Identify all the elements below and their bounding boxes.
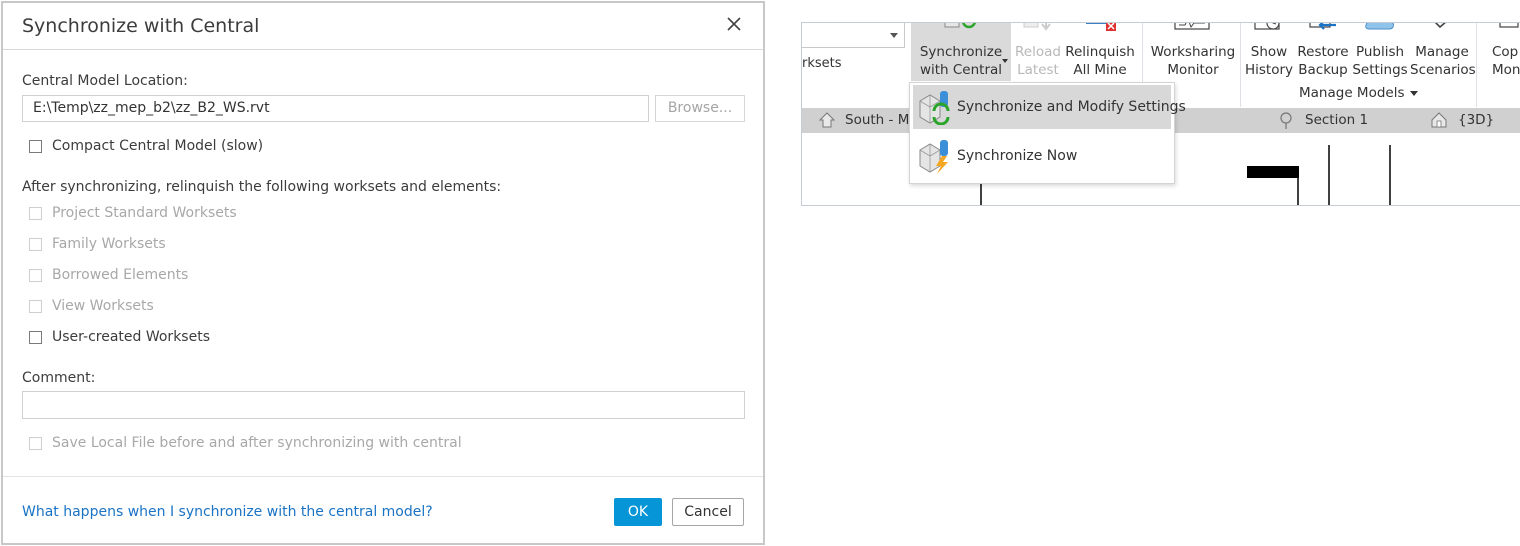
reload-icon	[1023, 23, 1051, 31]
view-tab-3d[interactable]: {3D}	[1458, 112, 1494, 128]
save-local-label: Save Local File before and after synchro…	[52, 435, 462, 451]
ribbon-separator	[1476, 23, 1477, 107]
save-local-checkbox[interactable]	[29, 436, 42, 450]
central-model-path-field[interactable]: E:\Temp\zz_mep_b2\zz_B2_WS.rvt	[22, 95, 649, 122]
relinquish-heading: After synchronizing, relinquish the foll…	[22, 179, 502, 195]
project-standard-checkbox[interactable]	[29, 206, 42, 220]
dialog-footer: What happens when I synchronize with the…	[3, 476, 763, 546]
reload-latest-button[interactable]: Reload Latest	[1014, 23, 1062, 81]
relinquish-option[interactable]: Project Standard Worksets	[29, 204, 237, 222]
relinquish-option[interactable]: Family Worksets	[29, 235, 166, 253]
comment-field[interactable]	[22, 391, 745, 419]
chevron-down-icon	[890, 33, 898, 38]
close-icon[interactable]	[725, 15, 743, 33]
view-tab-section[interactable]: Section 1	[1305, 112, 1368, 128]
dialog-title: Synchronize with Central	[22, 15, 260, 37]
synchronize-dialog: Synchronize with Central Central Model L…	[1, 1, 765, 545]
synchronize-with-central-button[interactable]: Synchronize with Central	[911, 23, 1011, 81]
family-worksets-checkbox[interactable]	[29, 237, 42, 251]
synchronize-now-icon	[919, 140, 948, 174]
manage-models-panel-title[interactable]: Manage Models	[1299, 85, 1419, 101]
manage-scenarios-button[interactable]: Manage Scenarios	[1410, 23, 1476, 81]
worksharing-monitor-button[interactable]: Worksharing Monitor	[1149, 23, 1237, 81]
ribbon-separator	[1240, 23, 1241, 107]
elevation-view-icon	[818, 112, 836, 128]
user-created-worksets-checkbox[interactable]	[29, 330, 42, 344]
relinquish-option-label: View Worksets	[52, 298, 154, 314]
help-link[interactable]: What happens when I synchronize with the…	[22, 504, 433, 520]
cancel-button[interactable]: Cancel	[672, 498, 744, 526]
comment-label: Comment:	[22, 370, 96, 386]
publish-settings-button[interactable]: Publish Settings	[1351, 23, 1409, 81]
scenarios-icon	[1434, 23, 1446, 29]
relinquish-option[interactable]: View Worksets	[29, 297, 154, 315]
relinquish-option-label: Borrowed Elements	[52, 267, 189, 283]
menu-item-synchronize-and-modify-settings[interactable]: Synchronize and Modify Settings	[913, 85, 1186, 129]
copy-monitor-button[interactable]: Cop Mon	[1486, 23, 1520, 81]
copy-monitor-icon	[1499, 23, 1519, 28]
cloud-icon	[1365, 23, 1394, 30]
browse-button[interactable]: Browse...	[655, 95, 745, 122]
synchronize-dropdown-menu: Synchronize and Modify Settings Synchron…	[909, 82, 1186, 184]
restore-icon	[1309, 23, 1336, 30]
borrowed-elements-checkbox[interactable]	[29, 268, 42, 282]
sync-icon	[944, 23, 976, 29]
relinquish-icon	[1086, 23, 1116, 31]
compact-checkbox[interactable]	[29, 139, 42, 153]
ok-button[interactable]: OK	[614, 498, 662, 526]
worksets-label: rksets	[802, 56, 842, 71]
relinquish-all-mine-button[interactable]: Relinquish All Mine	[1064, 23, 1136, 81]
relinquish-option-label: Family Worksets	[52, 236, 166, 252]
dropdown-arrow-icon	[1002, 59, 1008, 63]
save-local-option[interactable]: Save Local File before and after synchro…	[29, 434, 462, 452]
chevron-down-icon	[1410, 90, 1419, 96]
monitor-icon	[1174, 23, 1210, 30]
compact-central-option[interactable]: Compact Central Model (slow)	[29, 137, 263, 155]
dialog-header: Synchronize with Central	[3, 3, 763, 50]
restore-backup-button[interactable]: Restore Backup	[1296, 23, 1350, 81]
section-view-icon	[1280, 112, 1292, 129]
menu-item-synchronize-now[interactable]: Synchronize Now	[913, 134, 1171, 178]
relinquish-option[interactable]: User-created Worksets	[29, 328, 210, 346]
show-history-button[interactable]: Show History	[1243, 23, 1295, 81]
compact-label: Compact Central Model (slow)	[52, 138, 264, 154]
history-icon	[1254, 23, 1280, 30]
synchronize-and-modify-icon	[919, 91, 950, 125]
view-worksets-checkbox[interactable]	[29, 299, 42, 313]
relinquish-option-label: User-created Worksets	[52, 329, 210, 345]
relinquish-option-label: Project Standard Worksets	[52, 205, 237, 221]
central-model-label: Central Model Location:	[22, 73, 188, 89]
view-tab-south[interactable]: South - M	[845, 112, 909, 128]
3d-view-icon	[1431, 112, 1447, 128]
worksets-combo[interactable]	[802, 23, 905, 48]
relinquish-option[interactable]: Borrowed Elements	[29, 266, 188, 284]
